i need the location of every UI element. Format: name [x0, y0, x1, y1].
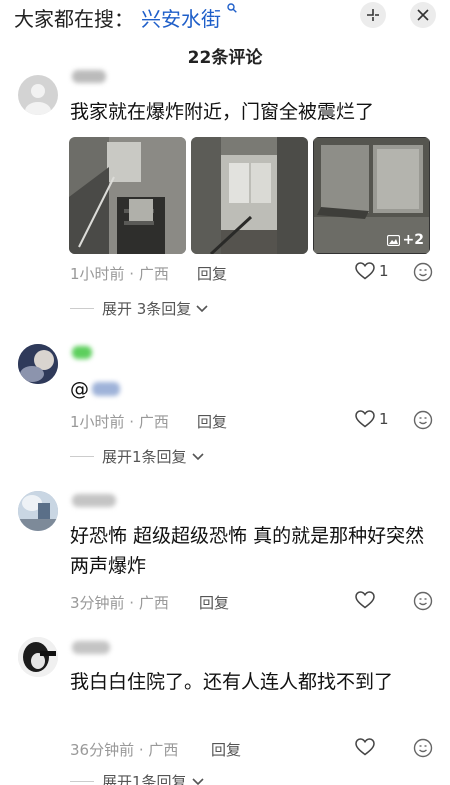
avatar[interactable] — [18, 344, 58, 384]
close-icon — [417, 9, 429, 21]
comment-time-location: 36分钟前 · 广西 — [70, 741, 179, 759]
comment-photo[interactable] — [191, 137, 308, 254]
emoji-icon[interactable] — [413, 591, 433, 611]
reply-button[interactable]: 回复 — [197, 411, 227, 432]
username[interactable] — [72, 494, 116, 507]
heart-icon — [355, 738, 375, 756]
reply-button[interactable]: 回复 — [211, 739, 241, 760]
expand-replies-button[interactable]: 展开1条回复 — [70, 771, 204, 785]
avatar[interactable] — [18, 491, 58, 531]
mention-username[interactable] — [92, 382, 120, 396]
expand-replies-label: 展开 3条回复 — [102, 300, 192, 318]
image-icon — [386, 234, 400, 246]
divider — [70, 456, 94, 457]
like-button[interactable] — [355, 738, 379, 756]
avatar[interactable] — [18, 637, 58, 677]
comments-header: 大家都在搜： 兴安水街 22条评论 — [0, 0, 450, 80]
close-button[interactable] — [410, 2, 436, 28]
comment-text: 好恐怖 超级超级恐怖 真的就是那种好突然两声爆炸 — [70, 525, 425, 577]
divider — [70, 781, 94, 782]
like-button[interactable]: 1 — [355, 410, 389, 428]
heart-icon — [355, 591, 375, 609]
heart-icon — [355, 410, 375, 428]
expand-replies-button[interactable]: 展开 3条回复 — [70, 298, 208, 319]
avatar[interactable] — [18, 75, 58, 115]
chevron-down-icon — [191, 777, 204, 785]
like-button[interactable] — [355, 591, 379, 609]
emoji-icon[interactable] — [413, 410, 433, 430]
comment-text: 我家就在爆炸附近，门窗全被震烂了 — [70, 101, 375, 123]
collapse-icon — [367, 9, 379, 21]
hot-search-keyword[interactable]: 兴安水街 — [141, 3, 221, 32]
search-icon[interactable] — [227, 2, 237, 16]
comment-photo[interactable]: +2 — [313, 137, 430, 254]
like-count: 1 — [379, 410, 389, 428]
comment-count-title: 22条评论 — [187, 48, 263, 68]
chevron-down-icon — [191, 452, 204, 460]
emoji-icon[interactable] — [413, 262, 433, 282]
expand-replies-button[interactable]: 展开1条回复 — [70, 446, 204, 467]
hot-search-prefix: 大家都在搜： — [14, 7, 134, 31]
comment-text: @ — [70, 378, 89, 400]
chevron-down-icon — [196, 304, 208, 312]
divider — [70, 308, 94, 309]
comment-text-row: @ — [70, 374, 440, 404]
comment-time-location: 1小时前 · 广西 — [70, 265, 169, 283]
expand-replies-label: 展开1条回复 — [102, 773, 187, 785]
more-images-badge[interactable]: +2 — [386, 232, 424, 248]
like-button[interactable]: 1 — [355, 262, 389, 280]
expand-replies-label: 展开1条回复 — [102, 448, 187, 466]
like-count: 1 — [379, 262, 389, 280]
comment-time-location: 1小时前 · 广西 — [70, 413, 169, 431]
comment-photo[interactable] — [69, 137, 186, 254]
collapse-button[interactable] — [360, 2, 386, 28]
emoji-icon[interactable] — [413, 738, 433, 758]
reply-button[interactable]: 回复 — [197, 263, 227, 284]
more-images-count: +2 — [402, 232, 424, 248]
heart-icon — [355, 262, 375, 280]
username[interactable] — [72, 346, 92, 359]
comment-images: +2 — [69, 137, 430, 254]
reply-button[interactable]: 回复 — [199, 592, 229, 613]
username[interactable] — [72, 641, 110, 654]
comment-text: 我白白住院了。还有人连人都找不到了 — [70, 671, 394, 693]
comment-time-location: 3分钟前 · 广西 — [70, 594, 169, 612]
username[interactable] — [72, 70, 106, 83]
